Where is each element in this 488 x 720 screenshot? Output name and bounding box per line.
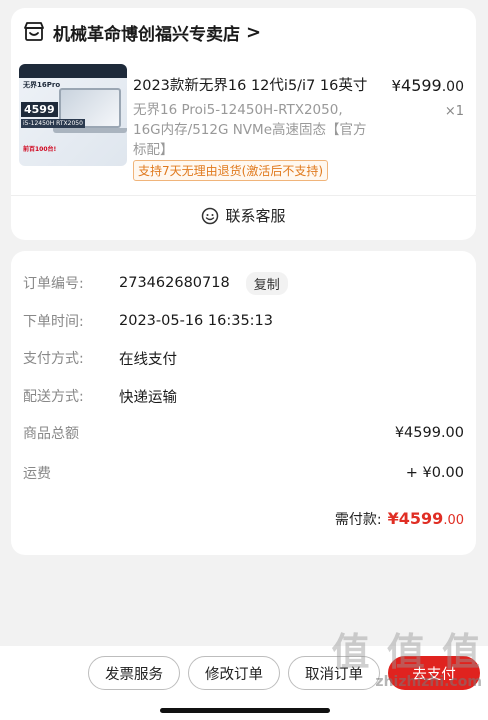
store-name[interactable]: 机械革命博创福兴专卖店 [53, 20, 240, 45]
cancel-order-button[interactable]: 取消订单 [288, 656, 380, 690]
order-info-card: 订单编号: 273462680718 复制 下单时间: 2023-05-16 1… [11, 251, 476, 555]
thumbnail-promo: 前百100台! [23, 146, 57, 153]
delivery-method-value: 快递运输 [119, 389, 177, 406]
order-time-label: 下单时间: [23, 314, 84, 330]
product-title[interactable]: 2023款新无界16 12代i5/i7 16英寸 [133, 74, 383, 95]
return-policy-badge: 支持7天无理由退货(激活后不支持) [133, 160, 328, 181]
laptop-base-image [53, 128, 127, 133]
goods-total-label: 商品总额 [23, 426, 79, 442]
order-number-value: 273462680718 [119, 275, 230, 291]
price-currency: ¥ [391, 77, 402, 95]
amount-due-currency: ¥ [387, 509, 399, 528]
amount-due-integer: 4599 [398, 509, 444, 528]
store-header[interactable]: 机械革命博创福兴专卖店 > [23, 18, 261, 46]
order-time-value: 2023-05-16 16:35:13 [119, 313, 273, 329]
order-number-label: 订单编号: [23, 276, 84, 292]
chevron-right-icon: > [246, 21, 262, 43]
price-decimal: .00 [441, 79, 464, 95]
delivery-method-row: 配送方式: 快递运输 [23, 384, 464, 408]
payment-method-row: 支付方式: 在线支付 [23, 346, 464, 370]
price-integer: 4599 [401, 76, 442, 95]
amount-due-label: 需付款: [334, 512, 382, 528]
pay-button[interactable]: 去支付 [388, 656, 480, 690]
product-card: 机械革命博创福兴专卖店 > 无界16Pro 4599 i5-12450H RTX… [11, 8, 476, 240]
store-icon [24, 22, 44, 41]
product-price: ¥4599.00 [391, 76, 464, 95]
goods-total-value: ¥4599.00 [394, 425, 464, 441]
payment-method-value: 在线支付 [119, 351, 177, 368]
order-number-row: 订单编号: 273462680718 复制 [23, 271, 464, 295]
shipping-value: + ¥0.00 [405, 465, 464, 481]
delivery-method-label: 配送方式: [23, 389, 84, 405]
payment-method-label: 支付方式: [23, 351, 84, 367]
thumbnail-spec: i5-12450H RTX2050 [21, 119, 85, 128]
copy-button[interactable]: 复制 [245, 271, 288, 295]
shipping-label: 运费 [23, 466, 51, 482]
product-quantity: ×1 [444, 104, 464, 119]
order-time-row: 下单时间: 2023-05-16 16:35:13 [23, 309, 464, 333]
contact-service-button[interactable]: 联系客服 [11, 195, 476, 235]
bottom-action-bar: 发票服务 修改订单 取消订单 去支付 [0, 646, 488, 720]
goods-total-row: 商品总额 ¥4599.00 [23, 421, 464, 445]
invoice-service-button[interactable]: 发票服务 [88, 656, 180, 690]
customer-service-icon [202, 207, 219, 224]
amount-due-row: 需付款: ¥4599.00 [335, 509, 464, 529]
home-indicator [160, 708, 330, 713]
thumbnail-brand: 无界16Pro [23, 81, 61, 89]
amount-due-decimal: .00 [443, 513, 464, 528]
contact-service-label: 联系客服 [225, 207, 286, 225]
shipping-row: 运费 + ¥0.00 [23, 461, 464, 485]
modify-order-button[interactable]: 修改订单 [188, 656, 280, 690]
amount-due-value: ¥4599.00 [388, 509, 464, 528]
product-spec: 无界16 Proi5-12450H-RTX2050, 16G内存/512G NV… [133, 102, 367, 158]
thumbnail-price: 4599 [21, 102, 58, 117]
product-thumbnail[interactable]: 无界16Pro 4599 i5-12450H RTX2050 前百100台! [19, 64, 127, 166]
thumbnail-header-bar [19, 64, 127, 78]
